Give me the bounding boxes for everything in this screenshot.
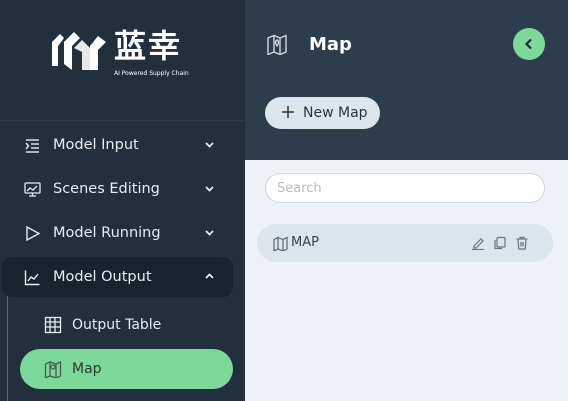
search-input[interactable] [265,173,545,203]
chevron-down-icon [205,230,214,236]
chevron-down-icon [205,142,214,148]
sidebar-item-model-running[interactable]: Model Running [0,213,245,253]
sidebar-divider [0,120,245,121]
map-list-panel: MAP [245,160,568,401]
sidebar-item-label: Model Output [53,269,152,285]
play-icon [26,225,41,242]
logo-mark-icon [52,32,106,70]
sidebar-item-model-output[interactable]: Model Output [2,257,233,297]
sidebar: 蓝幸 AI Powered Supply Chain Model Input S… [0,0,245,401]
sidebar-subitem-label: Map [72,361,102,377]
page-header: Map New Map [245,0,568,160]
table-icon [44,316,62,334]
new-map-button[interactable]: New Map [265,97,380,129]
sidebar-item-label: Model Running [53,225,161,241]
line-chart-icon [24,270,40,286]
list-item[interactable]: MAP [257,224,553,262]
plus-icon [282,106,294,118]
map-icon [267,34,287,55]
chevron-up-icon [205,273,214,279]
chevron-down-icon [205,186,214,192]
map-name: MAP [291,235,319,250]
page-title: Map [309,34,352,55]
map-icon [273,236,288,251]
chevron-left-icon [524,38,532,50]
sidebar-item-scenes-editing[interactable]: Scenes Editing [0,169,245,209]
sidebar-subitem-label: Output Table [72,317,162,333]
list-indent-icon [25,139,39,153]
sidebar-item-model-input[interactable]: Model Input [0,125,245,165]
submenu-guide-line [7,296,8,401]
sidebar-subitem-output-table[interactable]: Output Table [20,305,233,345]
new-map-button-label: New Map [303,105,368,121]
logo: 蓝幸 AI Powered Supply Chain [0,0,245,120]
sidebar-subitem-map[interactable]: Map [20,349,233,389]
sidebar-item-label: Scenes Editing [53,181,160,197]
monitor-chart-icon [24,182,41,197]
copy-icon[interactable] [493,236,507,250]
edit-icon[interactable] [471,236,485,250]
logo-name: 蓝幸 [114,27,183,65]
collapse-button[interactable] [513,28,545,60]
sidebar-item-label: Model Input [53,137,139,153]
delete-icon[interactable] [515,236,529,250]
map-icon [44,360,62,378]
logo-tagline: AI Powered Supply Chain [114,70,189,77]
